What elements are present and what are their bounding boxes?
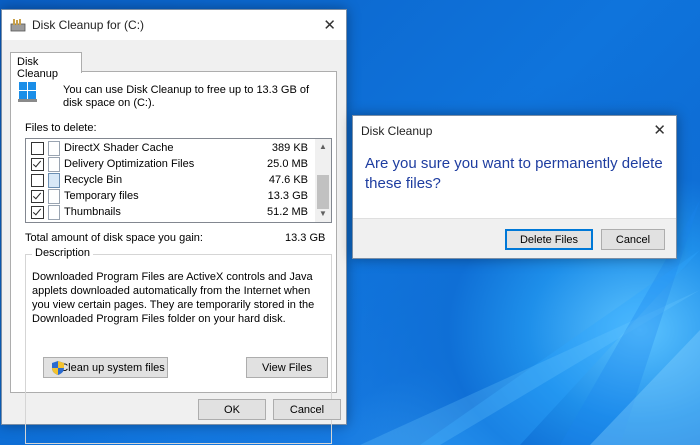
recycle-bin-icon [48,173,60,188]
delete-files-button[interactable]: Delete Files [505,229,593,250]
button-label: Cancel [289,404,325,416]
checkbox[interactable] [31,142,44,155]
file-name: Temporary files [64,190,139,202]
files-to-delete-label: Files to delete: [25,122,97,134]
file-size: 47.6 KB [268,174,308,186]
file-name: Recycle Bin [64,174,123,186]
description-text: Downloaded Program Files are ActiveX con… [32,271,315,325]
file-size: 25.0 MB [267,158,308,170]
checkbox[interactable] [31,158,44,171]
list-scrollbar[interactable]: ▲ ▼ [315,139,331,222]
description-title: Description [32,247,94,259]
file-icon [48,157,60,172]
file-name: DirectX Shader Cache [64,142,174,154]
disk-cleanup-window: Disk Cleanup for (C:) ✕ Disk Cleanup You… [1,9,347,444]
file-name: Thumbnails [64,206,121,218]
button-label: View Files [262,362,312,374]
disk-cleanup-app-icon [10,19,26,32]
list-item[interactable]: Recycle Bin 47.6 KB [26,172,314,188]
files-list[interactable]: DirectX Shader Cache 389 KB Delivery Opt… [25,138,332,223]
dialog-title: Disk Cleanup [361,124,433,138]
checkbox[interactable] [31,174,44,187]
total-value: 13.3 GB [285,232,326,244]
button-label: Clean up system files [60,362,165,374]
scroll-up-icon[interactable]: ▲ [319,142,327,151]
tab-disk-cleanup[interactable]: Disk Cleanup [10,52,82,80]
view-files-button[interactable]: View Files [246,357,328,378]
ok-button[interactable]: OK [198,399,266,420]
dialog-message: Are you sure you want to permanently del… [365,155,663,192]
file-icon [48,205,60,220]
dialog-cancel-button[interactable]: Cancel [601,229,665,250]
window-title: Disk Cleanup for (C:) [32,18,145,32]
checkbox[interactable] [31,190,44,203]
file-size: 51.2 MB [267,206,308,218]
button-label: OK [224,404,240,416]
button-label: Cancel [615,234,651,246]
tab-panel: You can use Disk Cleanup to free up to 1… [10,71,337,444]
close-icon[interactable]: ✕ [653,121,666,139]
list-item[interactable]: DirectX Shader Cache 389 KB [26,140,314,156]
cancel-button[interactable]: Cancel [273,399,341,420]
close-icon[interactable]: ✕ [323,16,336,34]
file-name: Delivery Optimization Files [64,158,195,170]
button-label: Delete Files [519,234,579,246]
dialog-footer: Delete Files Cancel [353,218,676,258]
list-item[interactable]: Temporary files 13.3 GB [26,188,314,204]
dialog-title-bar[interactable]: Disk Cleanup ✕ [353,116,676,144]
checkbox[interactable] [31,206,44,219]
tab-label: Disk Cleanup [17,56,58,80]
file-size: 13.3 GB [267,190,308,202]
total-label: Total amount of disk space you gain: [25,232,203,244]
windows-drive-icon [18,82,37,102]
scroll-down-icon[interactable]: ▼ [319,209,327,218]
file-size: 389 KB [271,142,308,154]
file-icon [48,141,60,156]
list-item[interactable]: Thumbnails 51.2 MB [26,204,314,220]
scroll-thumb[interactable] [317,175,329,209]
confirm-delete-dialog: Disk Cleanup ✕ Are you sure you want to … [352,115,677,259]
clean-up-system-files-button[interactable]: Clean up system files [43,357,168,378]
title-bar[interactable]: Disk Cleanup for (C:) ✕ [2,10,346,40]
shield-icon [52,361,64,375]
intro-text: You can use Disk Cleanup to free up to 1… [63,84,310,109]
file-icon [48,189,60,204]
list-item[interactable]: Delivery Optimization Files 25.0 MB [26,156,314,172]
